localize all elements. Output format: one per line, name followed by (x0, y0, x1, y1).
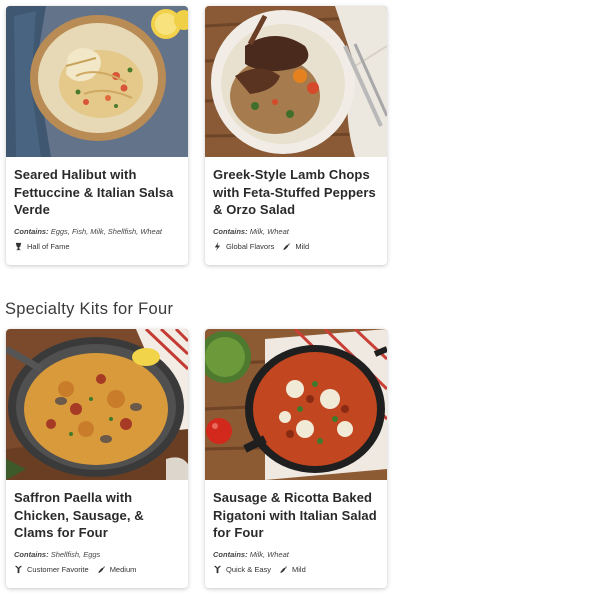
tag-spice-level: Mild (282, 242, 309, 251)
tag-label: Global Flavors (226, 242, 275, 251)
fork-icon (213, 565, 222, 574)
recipe-card-halibut[interactable]: Seared Halibut with Fettuccine & Italian… (6, 6, 188, 265)
allergen-info: Contains: Eggs, Fish, Milk, Shellfish, W… (14, 227, 180, 236)
chili-icon (283, 242, 290, 251)
recipe-card-rigatoni[interactable]: Sausage & Ricotta Baked Rigatoni with It… (205, 329, 387, 588)
section-title: Specialty Kits for Four (5, 300, 174, 318)
recipe-grid-bottom: Saffron Paella with Chicken, Sausage, & … (6, 329, 387, 588)
recipe-grid-top: Seared Halibut with Fettuccine & Italian… (6, 6, 387, 265)
tag-global-flavors: Global Flavors (213, 242, 274, 251)
contains-value: Eggs, Fish, Milk, Shellfish, Wheat (50, 227, 162, 236)
tag-label: Quick & Easy (226, 565, 272, 574)
recipe-photo[interactable] (6, 329, 188, 480)
tag-hall-of-fame: Hall of Fame (14, 242, 70, 251)
contains-value: Milk, Wheat (249, 227, 289, 236)
trophy-icon (15, 242, 22, 251)
tag-label: Mild (292, 565, 306, 574)
allergen-info: Contains: Milk, Wheat (213, 227, 379, 236)
contains-label: Contains: (14, 550, 49, 559)
recipe-tags: Hall of Fame (14, 242, 180, 251)
contains-label: Contains: (213, 227, 248, 236)
contains-label: Contains: (213, 550, 248, 559)
contains-value: Shellfish, Eggs (50, 550, 101, 559)
recipe-photo[interactable] (6, 6, 188, 157)
recipe-card-paella[interactable]: Saffron Paella with Chicken, Sausage, & … (6, 329, 188, 588)
recipe-photo[interactable] (205, 6, 387, 157)
globe-icon (214, 242, 221, 251)
recipe-card-lamb[interactable]: Greek-Style Lamb Chops with Feta-Stuffed… (205, 6, 387, 265)
contains-label: Contains: (14, 227, 49, 236)
contains-value: Milk, Wheat (249, 550, 289, 559)
recipe-title[interactable]: Seared Halibut with Fettuccine & Italian… (14, 166, 180, 219)
tag-quick-easy: Quick & Easy (213, 565, 271, 574)
tag-customer-favorite: Customer Favorite (14, 565, 89, 574)
tag-label: Hall of Fame (27, 242, 70, 251)
recipe-tags: Customer Favorite Medium (14, 565, 180, 574)
allergen-info: Contains: Milk, Wheat (213, 550, 379, 559)
recipe-title[interactable]: Saffron Paella with Chicken, Sausage, & … (14, 489, 180, 542)
chili-icon (98, 565, 105, 574)
tag-label: Mild (295, 242, 310, 251)
allergen-info: Contains: Shellfish, Eggs (14, 550, 180, 559)
favorite-icon (14, 565, 23, 574)
recipe-photo[interactable] (205, 329, 387, 480)
tag-label: Medium (109, 565, 137, 574)
recipe-tags: Quick & Easy Mild (213, 565, 379, 574)
recipe-tags: Global Flavors Mild (213, 242, 379, 251)
recipe-title[interactable]: Greek-Style Lamb Chops with Feta-Stuffed… (213, 166, 379, 219)
tag-spice-level: Mild (279, 565, 306, 574)
tag-spice-level: Medium (97, 565, 137, 574)
chili-icon (280, 565, 287, 574)
recipe-title[interactable]: Sausage & Ricotta Baked Rigatoni with It… (213, 489, 379, 542)
tag-label: Customer Favorite (27, 565, 89, 574)
